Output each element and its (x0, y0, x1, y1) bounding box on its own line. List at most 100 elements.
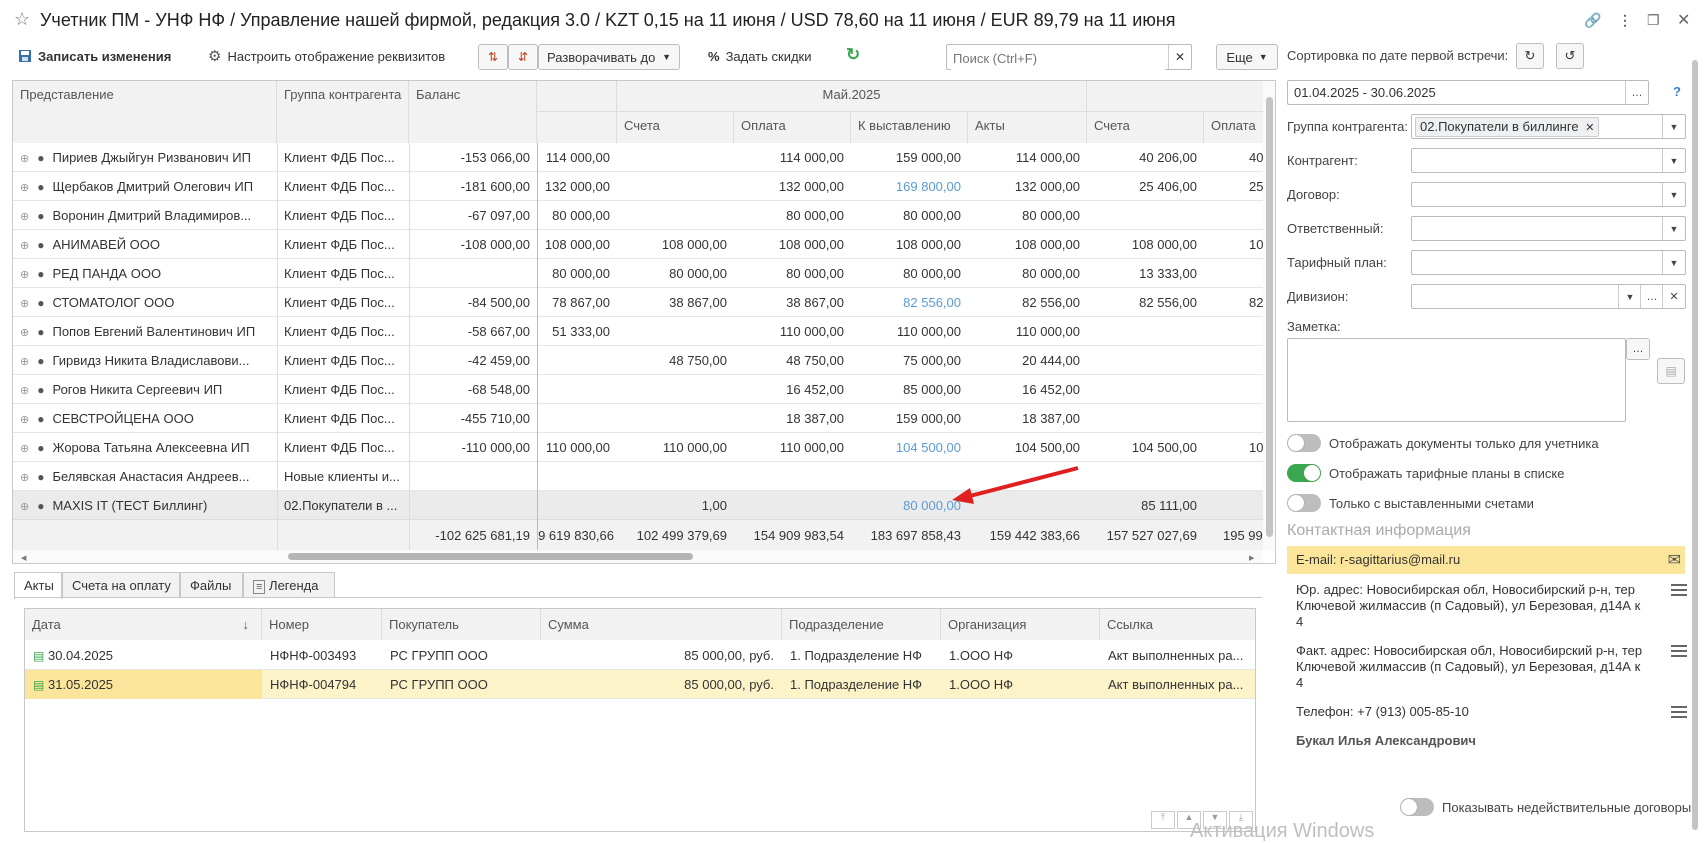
table-row[interactable]: ⊕ ● АНИМАВЕЙ ООО Клиент ФДБ Пос... -108 000,… (13, 230, 1275, 259)
acts-col-sum[interactable]: Сумма (541, 609, 782, 640)
menu-icon[interactable] (1671, 706, 1687, 721)
acts-col-division[interactable]: Подразделение (782, 609, 941, 640)
favorite-star-icon[interactable]: ☆ (14, 9, 30, 30)
tab-invoices[interactable]: Счета на оплату (62, 572, 180, 598)
acts-col-link[interactable]: Ссылка (1100, 609, 1255, 640)
document-icon[interactable]: ▤ (1657, 358, 1685, 384)
toggle-tariff-plans[interactable]: Отображать тарифные планы в списке (1287, 464, 1565, 482)
counterparties-grid[interactable]: Представление Группа контрагента Баланс … (12, 80, 1276, 564)
expand-icon[interactable]: ⊕ (20, 414, 29, 426)
set-discounts-button[interactable]: % Задать скидки (708, 44, 812, 68)
contract-field[interactable]: ▼ (1411, 182, 1686, 207)
subheader-invoices[interactable]: Счета (617, 111, 734, 143)
division-field[interactable]: ▼ … ✕ (1411, 284, 1686, 309)
chevron-down-icon[interactable]: ▼ (1662, 251, 1685, 274)
expand-icon[interactable]: ⊕ (20, 153, 29, 165)
table-row[interactable]: ⊕ ● Рогов Никита Сергеевич ИП Клиент ФДБ По… (13, 375, 1263, 404)
note-textarea[interactable] (1287, 338, 1626, 422)
more-vert-icon[interactable]: ⋮ (1618, 12, 1632, 29)
table-row[interactable]: ▤ 30.04.2025 НФНФ-003493 РС ГРУПП ООО 85… (25, 641, 1255, 670)
expand-icon[interactable]: ⊕ (20, 211, 29, 223)
table-row[interactable]: ⊕ ● Жорова Татьяна Алексеевна ИП Клиент ФДБ… (13, 433, 1275, 462)
subheader-invoices-2[interactable]: Счета (1087, 111, 1204, 143)
vertical-scrollbar[interactable] (1263, 81, 1275, 551)
restore-window-icon[interactable]: ❐ (1647, 12, 1660, 29)
value-cell-c3[interactable]: 82 556,00 (851, 288, 968, 317)
chevron-down-icon[interactable]: ▼ (1662, 217, 1685, 240)
horizontal-scrollbar[interactable]: ◀ ▶ (13, 550, 1263, 563)
toggle-accountant-docs[interactable]: Отображать документы только для учетника (1287, 434, 1599, 452)
menu-icon[interactable] (1671, 584, 1687, 599)
table-row[interactable]: ⊕ ● СЕВСТРОЙЦЕНА ООО Клиент ФДБ Пос... -455 … (13, 404, 1263, 433)
search-input[interactable]: ✕ (946, 44, 1192, 70)
right-panel-scrollbar[interactable] (1690, 40, 1700, 830)
link-icon[interactable]: 🔗 (1584, 12, 1601, 29)
expand-to-dropdown[interactable]: Разворачивать до ▼ (538, 44, 680, 70)
expand-icon[interactable]: ⊕ (20, 385, 29, 397)
table-row-selected[interactable]: ▤ 31.05.2025 НФНФ-004794 РС ГРУПП ООО 85… (25, 670, 1255, 699)
acts-col-org[interactable]: Организация (941, 609, 1100, 640)
act-link[interactable]: Акт выполненных ра... (1100, 641, 1255, 670)
first-page-icon[interactable]: ⤒ (1151, 811, 1175, 829)
table-row[interactable]: ⊕ ● СТОМАТОЛОГ ООО Клиент ФДБ Пос... -84 500… (13, 288, 1274, 317)
help-icon[interactable]: ? (1673, 84, 1681, 99)
group-field[interactable]: 02.Покупатели в биллинге ✕ ▼ (1411, 114, 1686, 139)
chevron-down-icon[interactable]: ▼ (1662, 115, 1685, 138)
chevron-down-icon[interactable]: ▼ (1662, 149, 1685, 172)
counterparty-field[interactable]: ▼ (1411, 148, 1686, 173)
chevron-down-icon[interactable]: ▼ (1618, 285, 1641, 308)
more-button[interactable]: Еще ▼ (1216, 44, 1278, 70)
select-period-button[interactable]: … (1625, 81, 1648, 104)
expand-icon[interactable]: ⊕ (20, 501, 29, 513)
select-division-button[interactable]: … (1640, 285, 1663, 308)
group-tag[interactable]: 02.Покупатели в биллинге ✕ (1415, 117, 1600, 137)
value-cell-c3[interactable]: 169 800,00 (851, 172, 968, 201)
acts-table[interactable]: Дата ↓ Номер Покупатель Сумма Подразделе… (24, 608, 1256, 832)
toggle-switch[interactable] (1400, 798, 1434, 816)
sort-asc-button[interactable]: ⇅ (478, 44, 508, 70)
save-changes-button[interactable]: Записать изменения (18, 44, 171, 68)
table-row[interactable]: ⊕ ● Попов Евгений Валентинович ИП Клиент ФД… (13, 317, 1263, 346)
subheader-payment[interactable]: Оплата (734, 111, 851, 143)
sort-reset-button[interactable]: ↺ (1556, 43, 1584, 69)
act-link[interactable]: Акт выполненных ра... (1100, 670, 1255, 699)
col-header-balance[interactable]: Баланс (409, 81, 537, 143)
tab-files[interactable]: Файлы (180, 572, 243, 598)
note-edit-button[interactable]: … (1626, 338, 1650, 360)
subheader-acts[interactable]: Акты (968, 111, 1087, 143)
sort-desc-button[interactable]: ⇵ (508, 44, 538, 70)
expand-icon[interactable]: ⊕ (20, 356, 29, 368)
subheader-to-invoice[interactable]: К выставлению (851, 111, 968, 143)
toggle-invalid-contracts[interactable]: Показывать недействительные договоры (1400, 798, 1691, 816)
expand-icon[interactable]: ⊕ (20, 443, 29, 455)
refresh-icon[interactable]: ↻ (846, 45, 860, 65)
acts-col-number[interactable]: Номер (262, 609, 382, 640)
toggle-invoiced-only[interactable]: Только с выставленными счетами (1287, 494, 1534, 512)
col-header-name[interactable]: Представление (13, 81, 277, 143)
table-row[interactable]: ⊕ ● РЕД ПАНДА ООО Клиент ФДБ Пос... 80 000,0… (13, 259, 1263, 288)
mail-icon[interactable]: ✉ (1668, 550, 1681, 570)
acts-col-buyer[interactable]: Покупатель (382, 609, 541, 640)
expand-icon[interactable]: ⊕ (20, 327, 29, 339)
sort-refresh-button[interactable]: ↻ (1516, 43, 1544, 69)
search-text[interactable] (951, 46, 1165, 70)
responsible-field[interactable]: ▼ (1411, 216, 1686, 241)
period-field[interactable]: 01.04.2025 - 30.06.2025 … (1287, 80, 1649, 105)
tab-acts[interactable]: Акты (14, 572, 62, 599)
expand-icon[interactable]: ⊕ (20, 298, 29, 310)
table-row[interactable]: ⊕ ● Гирвидз Никита Владиславови... Клиент Ф… (13, 346, 1263, 375)
toggle-switch[interactable] (1287, 464, 1321, 482)
table-row[interactable]: ⊕ ● Пириев Джыйгун Ризванович ИП Клиент ФДБ… (13, 143, 1274, 172)
toggle-switch[interactable] (1287, 494, 1321, 512)
acts-col-date[interactable]: Дата ↓ (25, 609, 262, 640)
tab-legend[interactable]: ≡ Легенда (243, 572, 335, 598)
expand-icon[interactable]: ⊕ (20, 182, 29, 194)
configure-attributes-button[interactable]: ⚙ Настроить отображение реквизитов (208, 44, 445, 68)
close-window-icon[interactable]: ✕ (1677, 10, 1690, 30)
col-header-group[interactable]: Группа контрагента (277, 81, 409, 143)
remove-tag-icon[interactable]: ✕ (1585, 122, 1594, 134)
expand-icon[interactable]: ⊕ (20, 269, 29, 281)
tariff-field[interactable]: ▼ (1411, 250, 1686, 275)
value-cell-c3[interactable]: 104 500,00 (851, 433, 968, 462)
clear-search-icon[interactable]: ✕ (1168, 45, 1191, 69)
